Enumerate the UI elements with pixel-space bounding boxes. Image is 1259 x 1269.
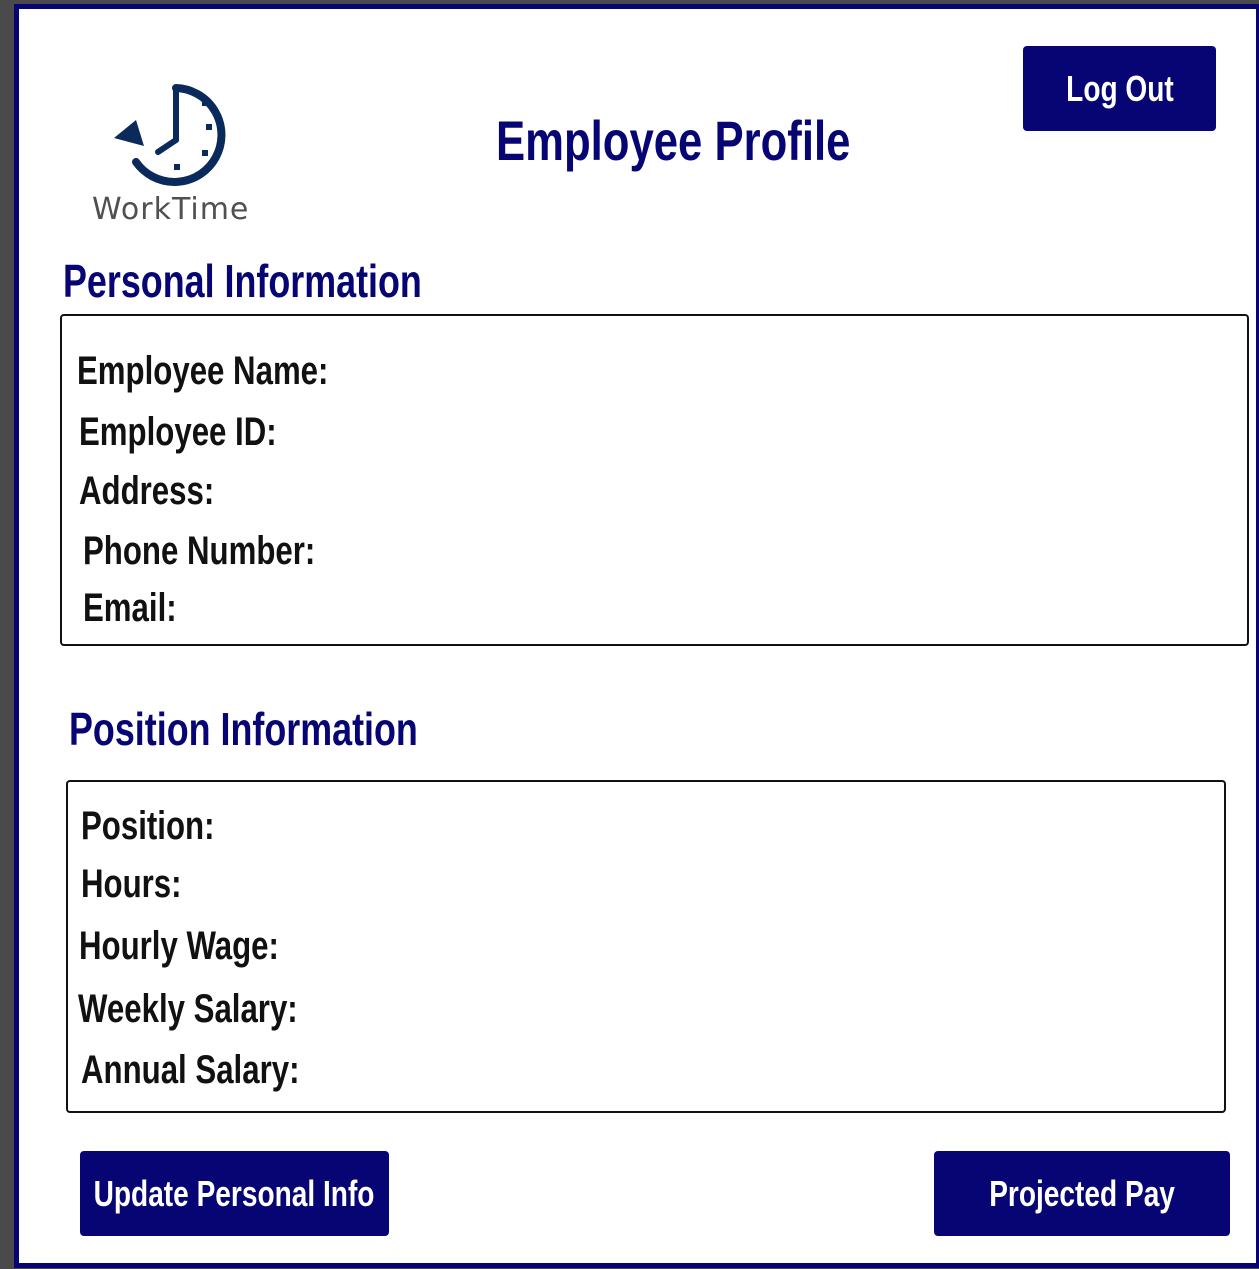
logo <box>106 80 236 190</box>
email-label: Email: <box>83 586 177 630</box>
logout-button[interactable]: Log Out <box>1023 46 1216 131</box>
position-info-heading: Position Information <box>69 703 418 755</box>
projected-pay-button[interactable]: Projected Pay <box>934 1151 1230 1236</box>
page-title: Employee Profile <box>496 109 851 172</box>
employee-id-label: Employee ID: <box>79 410 277 454</box>
brand-name: WorkTime <box>92 192 250 227</box>
weekly-salary-label: Weekly Salary: <box>78 987 298 1031</box>
employee-name-label: Employee Name: <box>77 349 329 393</box>
update-personal-info-button[interactable]: Update Personal Info <box>80 1151 389 1236</box>
hourly-wage-label: Hourly Wage: <box>79 924 279 968</box>
clock-refresh-icon <box>114 84 226 186</box>
annual-salary-label: Annual Salary: <box>81 1048 300 1092</box>
address-label: Address: <box>79 469 215 513</box>
personal-info-heading: Personal Information <box>63 255 422 307</box>
phone-number-label: Phone Number: <box>83 529 316 573</box>
hours-label: Hours: <box>81 862 182 906</box>
position-label: Position: <box>81 804 215 848</box>
